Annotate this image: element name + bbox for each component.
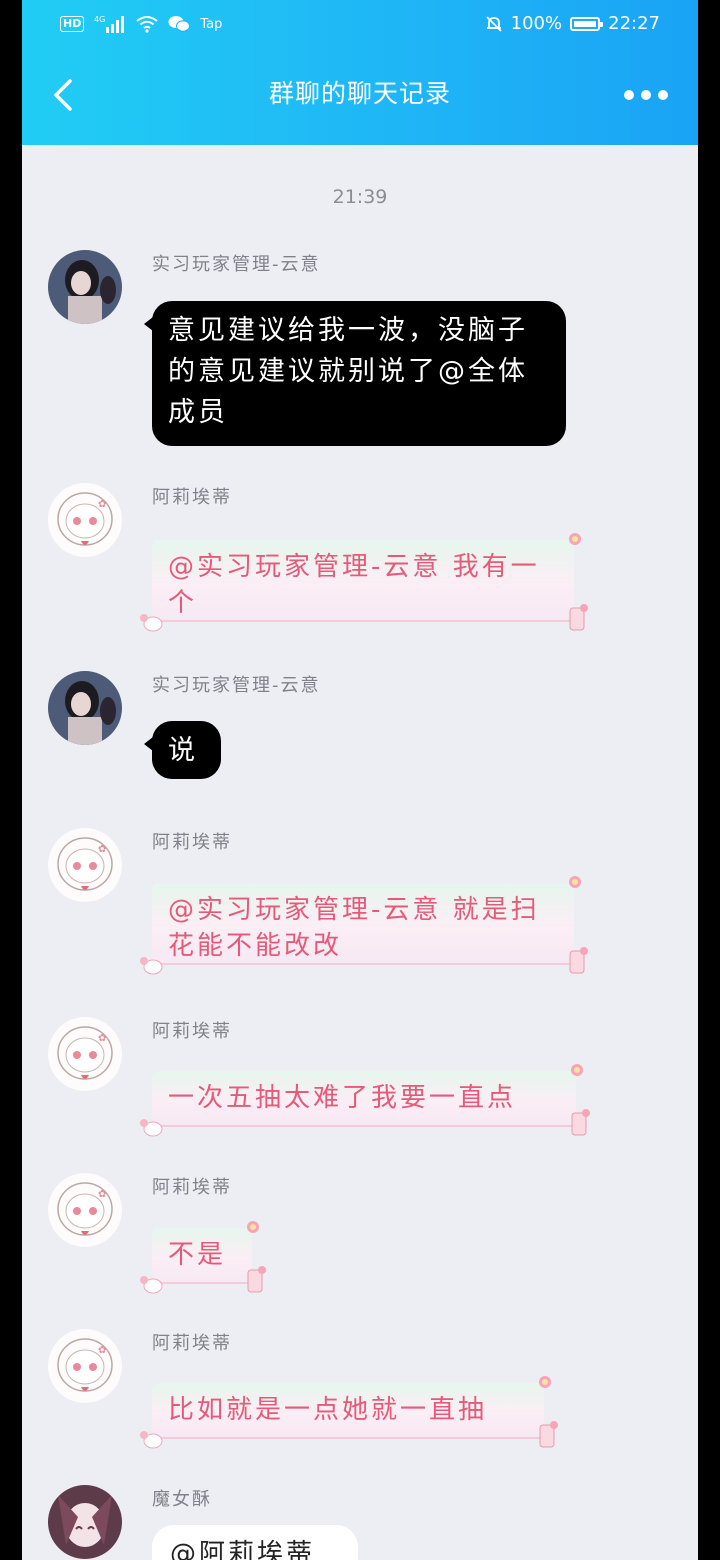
chat-screen: HD 4G Tap 100% 22:27 群聊的聊天记录 21:39 实习玩家管… — [22, 0, 698, 1560]
message-text: 不是 — [168, 1240, 227, 1270]
bunny-sticker-icon — [140, 957, 163, 975]
avatar[interactable] — [48, 671, 122, 745]
message-bubble[interactable]: 比如就是一点她就一直抽 — [140, 1376, 558, 1449]
avatar[interactable] — [48, 1485, 122, 1559]
avatar[interactable]: ✿ — [48, 1017, 122, 1091]
flower-sticker-icon — [569, 876, 581, 888]
message-bubble[interactable]: @实习玩家管理-云意 我有一个 — [140, 533, 588, 632]
milk-tea-sticker-icon — [539, 1421, 558, 1448]
flower-sticker-icon — [539, 1376, 551, 1388]
bunny-sticker-icon — [140, 1119, 163, 1137]
battery-percent: 100% — [510, 13, 563, 34]
header-bar: HD 4G Tap 100% 22:27 群聊的聊天记录 — [22, 0, 698, 145]
bunny-sticker-icon — [140, 1276, 163, 1294]
message-text: @实习玩家管理-云意 就是扫花能不能改改 — [168, 895, 540, 961]
avatar[interactable]: ✿ — [48, 1329, 122, 1403]
message-text: @实习玩家管理-云意 我有一个 — [168, 552, 540, 618]
message-bubble[interactable]: 意见建议给我一波，没脑子的意见建议就别说了@全体成员 — [144, 301, 566, 446]
sender-name: 阿莉埃蒂 — [152, 487, 232, 508]
clock: 22:27 — [608, 13, 660, 34]
sender-name: 阿莉埃蒂 — [152, 1333, 232, 1354]
avatar[interactable] — [48, 250, 122, 324]
flower-sticker-icon — [571, 1064, 583, 1076]
sender-name: 阿莉埃蒂 — [152, 1021, 232, 1042]
sender-name: 阿莉埃蒂 — [152, 832, 232, 853]
sender-name: 实习玩家管理-云意 — [152, 254, 321, 275]
milk-tea-sticker-icon — [247, 1266, 266, 1293]
milk-tea-sticker-icon — [569, 604, 588, 631]
svg-text:✿: ✿ — [98, 499, 106, 510]
sender-name: 实习玩家管理-云意 — [152, 675, 321, 696]
message-text: 比如就是一点她就一直抽 — [168, 1395, 488, 1425]
hd-icon: HD — [60, 16, 85, 32]
page-title: 群聊的聊天记录 — [268, 79, 451, 108]
status-bar: HD 4G Tap 100% 22:27 — [22, 0, 698, 50]
wechat-icon — [168, 16, 191, 32]
message-timestamp: 21:39 — [332, 186, 388, 208]
milk-tea-sticker-icon — [569, 947, 588, 974]
message-bubble[interactable]: @阿莉埃蒂 — [152, 1525, 358, 1560]
status-left: HD 4G Tap — [60, 14, 222, 34]
tap-label: Tap — [200, 16, 223, 32]
message-bubble[interactable]: @实习玩家管理-云意 就是扫花能不能改改 — [140, 876, 588, 975]
message-bubble[interactable]: 一次五抽太难了我要一直点 — [140, 1064, 590, 1137]
svg-text:✿: ✿ — [98, 844, 106, 855]
flower-sticker-icon — [247, 1221, 259, 1233]
bunny-sticker-icon — [140, 1431, 163, 1449]
svg-text:✿: ✿ — [98, 1033, 106, 1044]
mute-bell-icon — [486, 15, 502, 32]
svg-text:4G: 4G — [94, 15, 105, 24]
status-right: 100% 22:27 — [485, 13, 660, 34]
sender-name: 魔女酥 — [152, 1489, 212, 1510]
more-options-icon[interactable] — [624, 80, 668, 110]
message-bubble[interactable]: 不是 — [140, 1221, 266, 1294]
sender-name: 阿莉埃蒂 — [152, 1177, 232, 1198]
message-text: 一次五抽太难了我要一直点 — [168, 1083, 517, 1113]
navigation-bar: 群聊的聊天记录 — [22, 60, 698, 130]
svg-text:✿: ✿ — [98, 1345, 106, 1356]
battery-icon — [570, 16, 604, 31]
bunny-sticker-icon — [140, 614, 163, 632]
avatar[interactable]: ✿ — [48, 828, 122, 902]
flower-sticker-icon — [569, 533, 581, 545]
message-bubble[interactable]: 说 — [144, 721, 221, 779]
avatar[interactable]: ✿ — [48, 483, 122, 557]
svg-text:✿: ✿ — [98, 1189, 106, 1200]
wifi-icon — [136, 16, 158, 33]
signal-icon: 4G — [94, 15, 125, 33]
avatar[interactable]: ✿ — [48, 1173, 122, 1247]
milk-tea-sticker-icon — [571, 1109, 590, 1136]
